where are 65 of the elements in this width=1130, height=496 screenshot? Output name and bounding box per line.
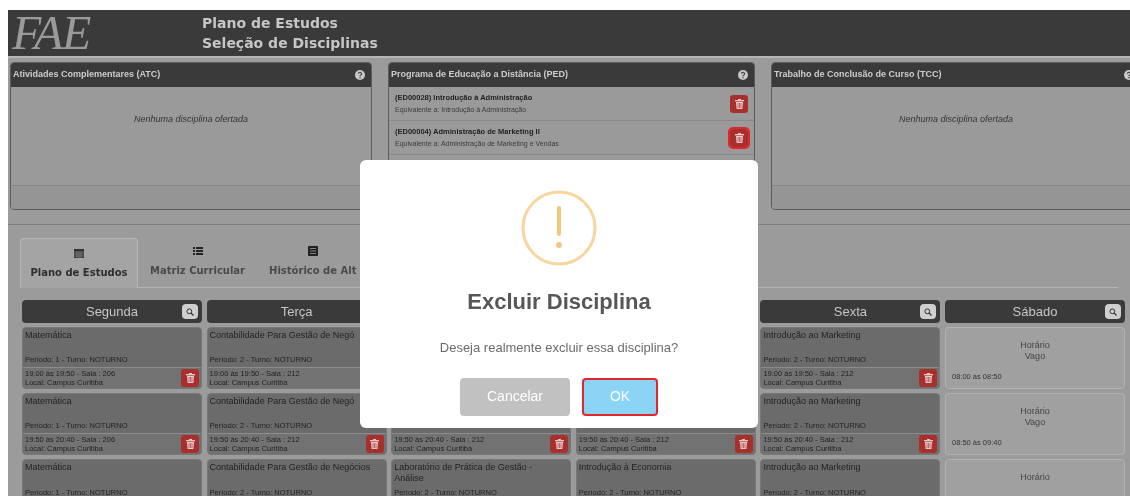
course-title: Contabilidade Para Gestão de Negócios [209,462,372,473]
vacant-label: Horário [1020,472,1050,483]
delete-button[interactable] [730,128,748,147]
delete-button[interactable] [919,368,938,387]
trash-icon [734,132,744,143]
trash-icon [185,438,195,449]
calendar-icon [74,247,84,258]
logo: FAE [10,10,92,57]
course-title: Matemática [25,330,73,341]
page-title: Seleção de Disciplinas [202,34,378,53]
course-title: Matemática [25,396,73,407]
delete-button[interactable] [181,368,199,387]
empty-message: Nenhuma disciplina ofertada [897,113,1015,126]
delete-button[interactable] [730,94,748,113]
cancel-button[interactable]: Cancelar [460,377,570,416]
course-title: Contabilidade Para Gestão de Negó [209,396,356,407]
search-icon [1108,307,1117,316]
course-title: Laboratório de Prática de Gestão - Análise [394,462,534,484]
search-icon [186,307,194,316]
help-icon [355,70,365,80]
dialog-message: Deseja realmente excluir essa disciplina? [439,339,679,357]
course-title: Matemática [25,462,73,473]
help-icon [738,70,748,80]
vacant-label: Vago [1024,351,1046,362]
trash-icon [370,438,380,449]
tab[interactable]: Histórico de Alt [257,237,369,287]
tab[interactable]: Plano de Estudos [20,238,138,288]
delete-button[interactable] [181,434,199,453]
list-icon [192,246,203,256]
trash-icon [923,438,933,449]
course-title: Introdução ao Marketing [763,330,862,341]
trash-icon [554,438,564,449]
dialog-title: Excluir Disciplina [467,288,651,316]
vacant-label: Horário [1020,406,1050,417]
list-icon [307,246,318,256]
trash-icon [923,372,933,383]
search-button[interactable] [182,304,198,319]
warning-icon [521,190,597,266]
course-title: Introdução ao Marketing [763,396,862,407]
delete-button[interactable] [365,434,384,453]
day-name: Sexta [833,302,867,321]
delete-button[interactable] [734,434,753,453]
trash-icon [734,98,744,109]
course-title: Contabilidade Para Gestão de Negó [209,330,356,341]
search-icon [924,307,933,316]
page-title: Plano de Estudos [202,14,339,33]
trash-icon [739,438,749,449]
tab[interactable]: Matriz Curricular [138,237,258,287]
day-name: Sábado [1012,302,1058,321]
ok-button[interactable]: OK [582,377,658,416]
search-button[interactable] [920,304,937,319]
empty-message: Nenhuma disciplina ofertada [132,113,250,126]
trash-icon [185,372,195,383]
delete-button[interactable] [919,434,938,453]
panel-title: Atividades Complementares (ATC) [13,68,161,82]
course-title: Introdução ao Marketing [763,462,862,473]
vacant-label: Vago [1024,417,1046,428]
vacant-label: Horário [1020,340,1050,351]
day-name: Terça [280,302,313,321]
panel-title: Trabalho de Conclusão de Curso (TCC) [774,68,942,82]
panel-title: Programa de Educação a Distância (PED) [391,68,569,82]
delete-button[interactable] [550,434,569,453]
search-button[interactable] [1104,304,1121,319]
course-title: Introdução à Economia [578,462,673,473]
day-name: Segunda [85,302,139,321]
